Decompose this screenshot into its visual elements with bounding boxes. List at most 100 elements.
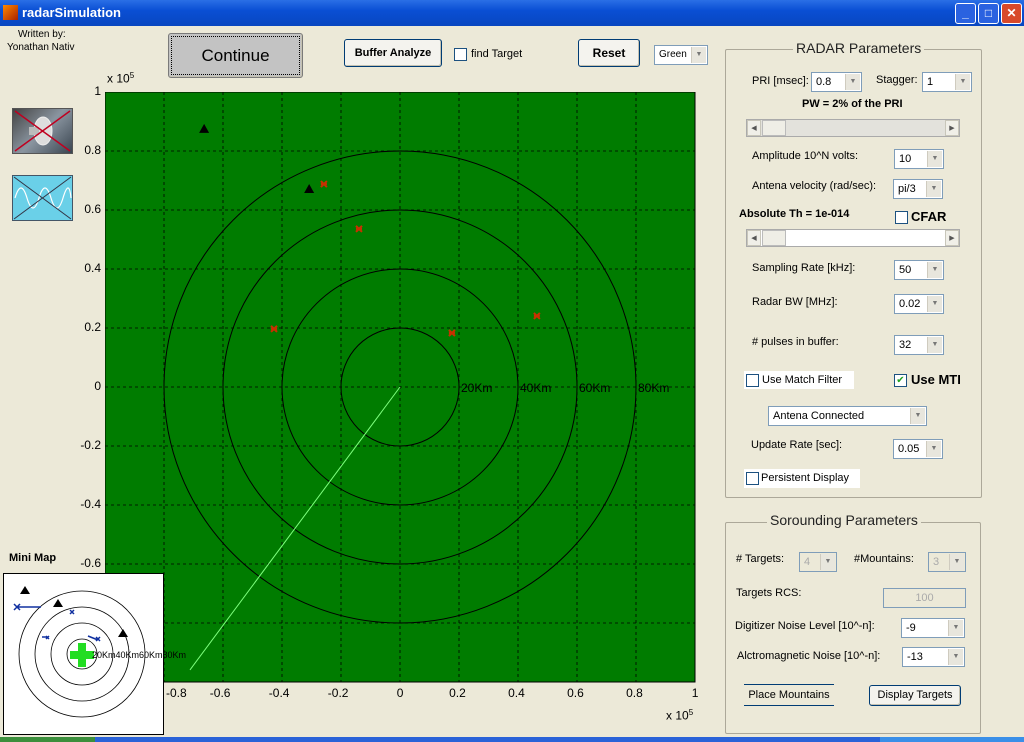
arrow-right-icon[interactable]: ▶ xyxy=(945,120,959,136)
pri-value: 0.8 xyxy=(816,76,832,88)
oscilloscope-disabled-icon xyxy=(13,176,72,220)
arrow-left-icon[interactable]: ◀ xyxy=(747,230,761,246)
minimap-target-track xyxy=(87,635,101,642)
chevron-down-icon: ▼ xyxy=(927,151,942,167)
display-targets-button[interactable]: Display Targets xyxy=(869,685,961,706)
amplitude-select[interactable]: 10 ▼ xyxy=(894,149,944,169)
pri-label: PRI [msec]: xyxy=(752,75,809,87)
persistent-display-label: Persistent Display xyxy=(761,472,850,484)
taskbar xyxy=(0,737,1024,742)
mountain-icon xyxy=(20,586,30,594)
color-select[interactable]: Green ▼ xyxy=(654,45,708,65)
antena-velocity-select[interactable]: pi/3 ▼ xyxy=(893,179,943,199)
mti-checkbox[interactable]: ✔ xyxy=(894,374,907,387)
cfar-label: CFAR xyxy=(911,209,947,224)
find-target-label: find Target xyxy=(471,48,523,60)
x-tick-label: 0.8 xyxy=(626,686,643,700)
cfar-checkbox[interactable] xyxy=(895,211,908,224)
update-rate-label: Update Rate [sec]: xyxy=(751,439,843,451)
antena-velocity-label: Antena velocity (rad/sec): xyxy=(752,180,877,192)
update-rate-select[interactable]: 0.05 ▼ xyxy=(893,439,943,459)
arrow-left-icon[interactable]: ◀ xyxy=(747,120,761,136)
chevron-down-icon: ▼ xyxy=(927,262,942,278)
window-title: radarSimulation xyxy=(22,5,121,20)
chevron-down-icon: ▼ xyxy=(845,74,860,90)
sampling-rate-label: Sampling Rate [kHz]: xyxy=(752,262,856,274)
digitizer-noise-select[interactable]: -9 ▼ xyxy=(901,618,965,638)
x-tick-label: 0.2 xyxy=(449,686,466,700)
mountains-count-value: 3 xyxy=(933,556,940,568)
chevron-down-icon: ▼ xyxy=(926,181,941,197)
pw-slider-thumb[interactable] xyxy=(762,120,786,136)
x-tick-label: -0.4 xyxy=(268,686,290,700)
arrow-right-icon[interactable]: ▶ xyxy=(945,230,959,246)
antena-velocity-value: pi/3 xyxy=(898,183,916,195)
y-tick-label: -0.4 xyxy=(80,497,101,511)
minimap-range-labels: 20Km40Km60Km80Km xyxy=(92,650,186,660)
chevron-down-icon: ▼ xyxy=(820,554,835,570)
stagger-label: Stagger: xyxy=(876,74,918,86)
minimize-button[interactable]: _ xyxy=(955,3,976,24)
x-tick-label: 0 xyxy=(396,686,404,700)
buffer-analyze-button[interactable]: Buffer Analyze xyxy=(344,39,442,67)
y-tick-label: 0.6 xyxy=(84,202,101,216)
stagger-value: 1 xyxy=(927,76,934,88)
x-tick-label: 0.4 xyxy=(508,686,525,700)
radar-bw-select[interactable]: 0.02 ▼ xyxy=(894,294,944,314)
continue-button[interactable]: Continue xyxy=(168,33,303,78)
radar-display[interactable]: 20Km 40Km 60Km 80Km xyxy=(105,92,696,683)
match-filter-checkbox[interactable] xyxy=(746,374,759,387)
minimap-radar-cross xyxy=(78,643,86,667)
targets-count-value: 4 xyxy=(804,556,811,568)
chevron-down-icon: ▼ xyxy=(949,554,964,570)
antenna-dish-disabled-icon xyxy=(14,110,71,152)
minimap-canvas: 20Km40Km60Km80Km xyxy=(13,586,186,718)
stagger-select[interactable]: 1 ▼ xyxy=(922,72,972,92)
title-bar: radarSimulation _ □ ✕ xyxy=(0,0,1024,26)
targets-count-select[interactable]: 4 ▼ xyxy=(799,552,837,572)
color-select-value: Green xyxy=(659,49,687,60)
chevron-down-icon: ▼ xyxy=(926,441,941,457)
antena-mode-select[interactable]: Antena Connected ▼ xyxy=(768,406,927,426)
place-mountains-button[interactable]: Place Mountains xyxy=(744,684,834,706)
amplitude-value: 10 xyxy=(899,153,912,165)
range-label: 80Km xyxy=(638,381,669,395)
sampling-rate-select[interactable]: 50 ▼ xyxy=(894,260,944,280)
range-label: 60Km xyxy=(579,381,610,395)
y-tick-label: 0.4 xyxy=(84,261,101,275)
pri-select[interactable]: 0.8 ▼ xyxy=(811,72,862,92)
mountains-count-select[interactable]: 3 ▼ xyxy=(928,552,966,572)
pw-slider[interactable]: ◀ ▶ xyxy=(746,119,960,137)
pulses-value: 32 xyxy=(899,339,912,351)
targets-rcs-field[interactable]: 100 xyxy=(883,588,966,608)
maximize-button[interactable]: □ xyxy=(978,3,999,24)
digitizer-noise-label: Digitizer Noise Level [10^-n]: xyxy=(735,620,875,632)
mountains-count-label: #Mountains: xyxy=(854,553,914,565)
threshold-slider[interactable]: ◀ ▶ xyxy=(746,229,960,247)
antenna-toggle-button[interactable] xyxy=(12,108,73,154)
y-tick-label: 1 xyxy=(94,84,101,98)
minimap-target-track xyxy=(13,603,41,611)
minimap-title: Mini Map xyxy=(9,552,57,564)
find-target-checkbox[interactable] xyxy=(454,48,467,61)
scope-toggle-button[interactable] xyxy=(12,175,73,221)
credits-label: Written by: xyxy=(18,29,66,40)
sampling-rate-value: 50 xyxy=(899,264,912,276)
antena-mode-value: Antena Connected xyxy=(773,410,865,422)
persistent-display-checkbox[interactable] xyxy=(746,472,759,485)
chevron-down-icon: ▼ xyxy=(955,74,970,90)
threshold-slider-thumb[interactable] xyxy=(762,230,786,246)
chevron-down-icon: ▼ xyxy=(948,620,963,636)
mti-label: Use MTI xyxy=(911,372,961,387)
y-tick-label: 0.2 xyxy=(84,320,101,334)
threshold-label: Absolute Th = 1e-014 xyxy=(739,208,850,220)
surrounding-parameters-title: Sorounding Parameters xyxy=(767,512,921,528)
pulses-select[interactable]: 32 ▼ xyxy=(894,335,944,355)
minimap[interactable]: 20Km40Km60Km80Km xyxy=(3,573,186,735)
em-noise-select[interactable]: -13 ▼ xyxy=(902,647,965,667)
check-icon: ✔ xyxy=(896,375,905,386)
close-button[interactable]: ✕ xyxy=(1001,3,1022,24)
range-label: 40Km xyxy=(520,381,551,395)
reset-button[interactable]: Reset xyxy=(578,39,640,67)
pulses-label: # pulses in buffer: xyxy=(752,336,839,348)
